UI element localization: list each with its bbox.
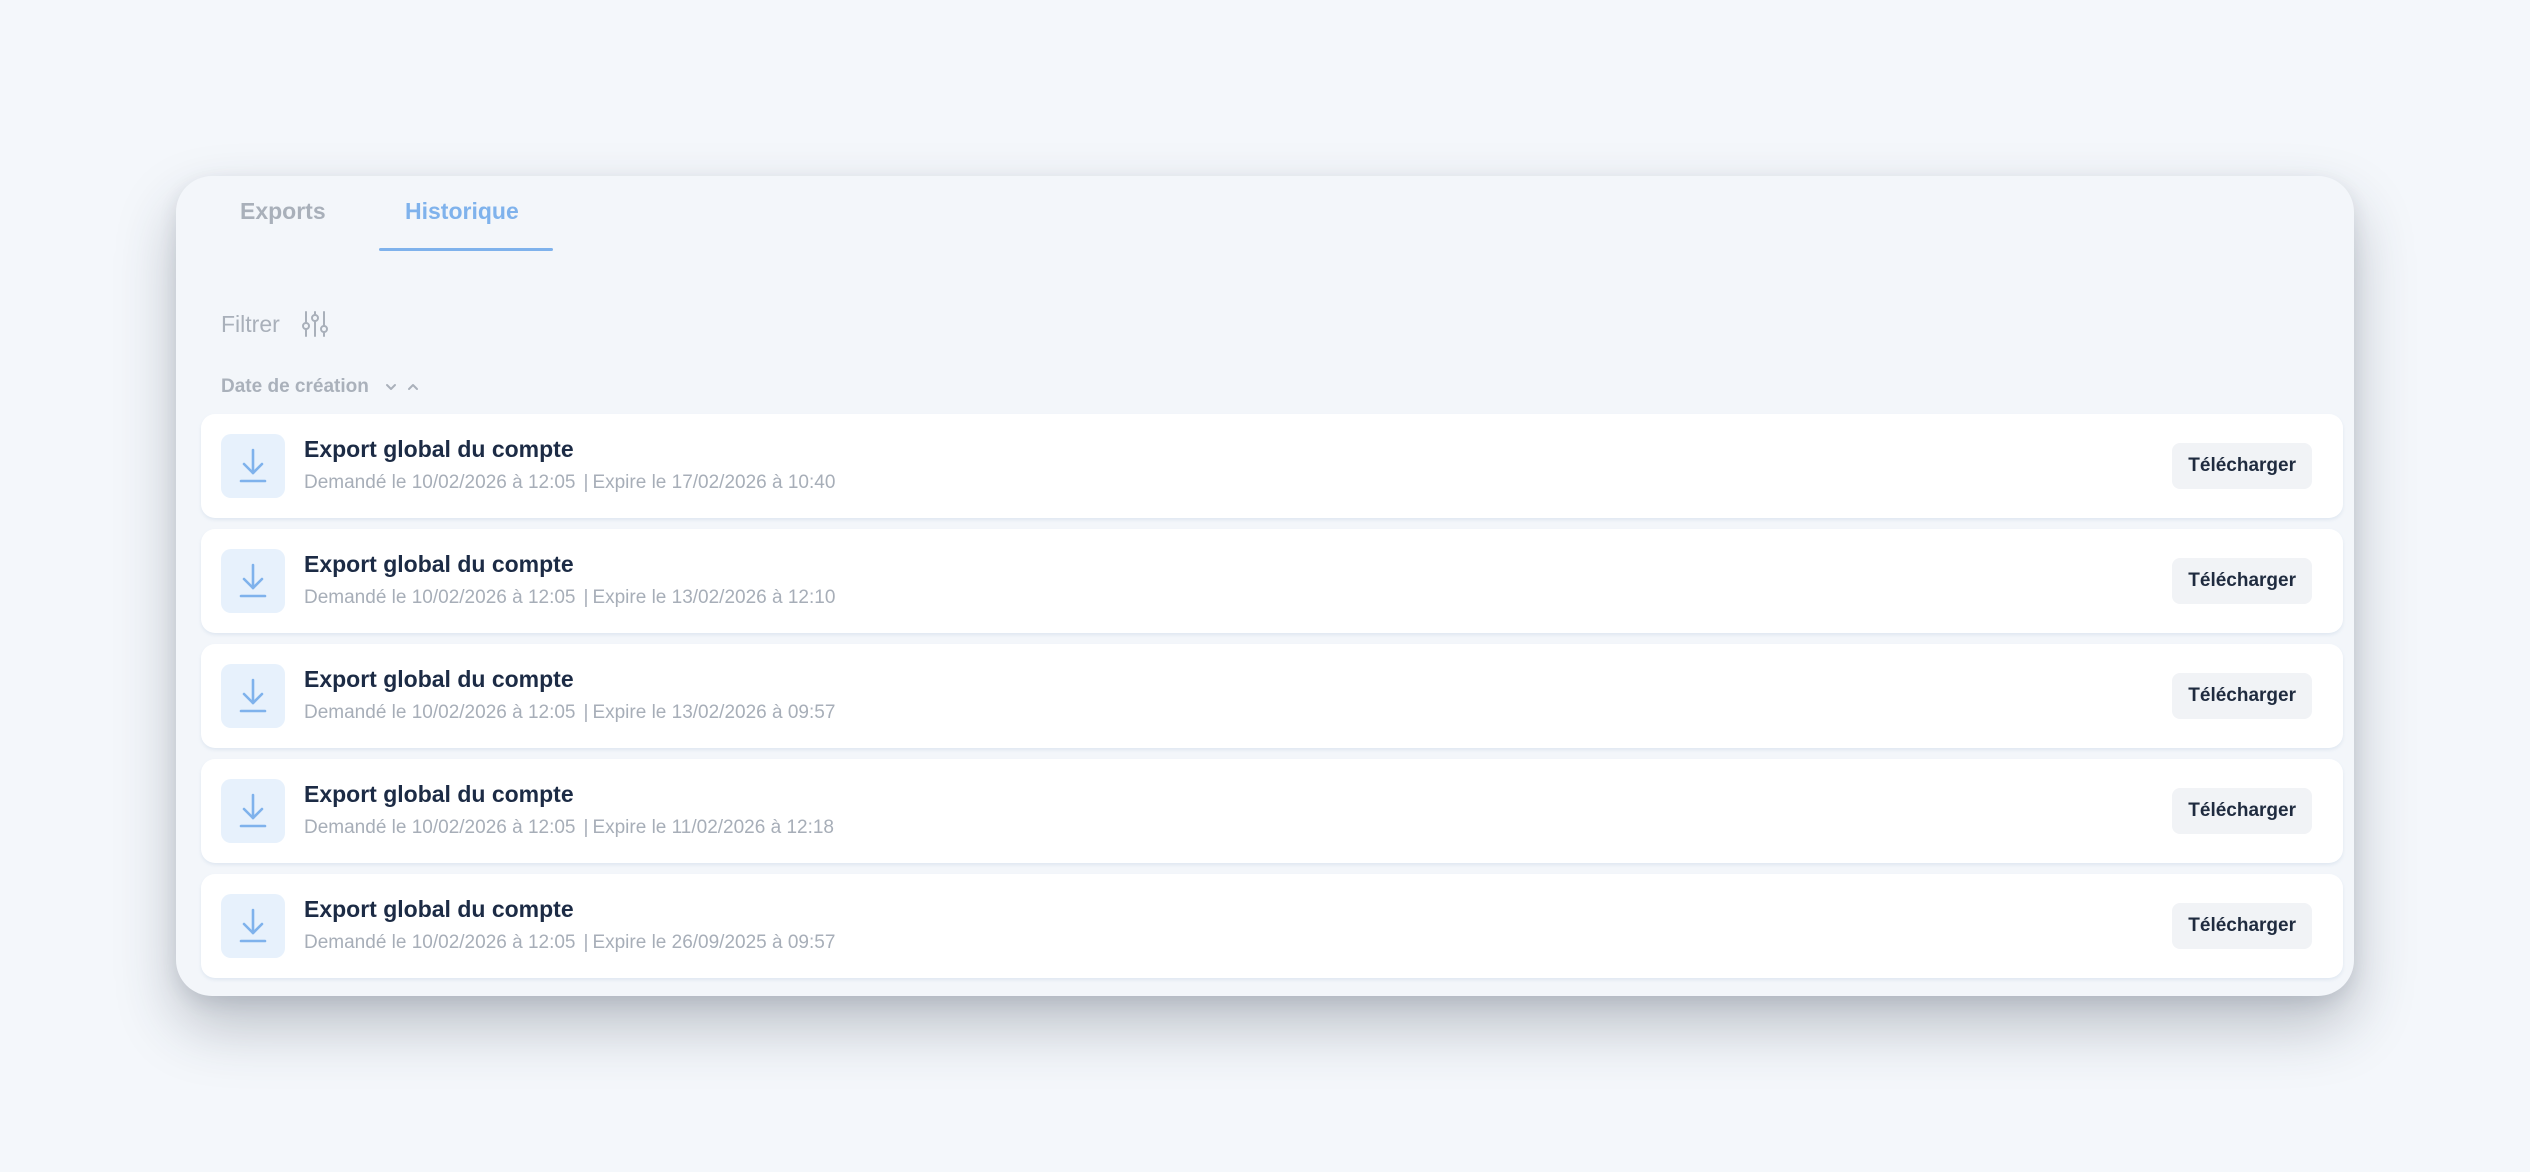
tab-exports[interactable]: Exports	[240, 198, 326, 225]
separator: |	[583, 587, 589, 608]
tab-historique[interactable]: Historique	[405, 198, 519, 225]
export-dates: Demandé le 10/02/2026 à 12:05 | Expire le …	[304, 472, 835, 494]
requested-date: Demandé le 10/02/2026 à 12:05	[304, 702, 576, 723]
list-item: Export global du compte Demandé le 10/02…	[201, 529, 2343, 633]
separator: |	[583, 702, 589, 723]
download-button[interactable]: Télécharger	[2172, 788, 2312, 834]
list-item: Export global du compte Demandé le 10/02…	[201, 644, 2343, 748]
download-button[interactable]: Télécharger	[2172, 903, 2312, 949]
expiry-date: Expire le 13/02/2026 à 09:57	[592, 702, 836, 723]
export-title: Export global du compte	[304, 551, 574, 577]
expiry-date: Expire le 26/09/2025 à 09:57	[592, 932, 836, 953]
list-item: Export global du compte Demandé le 10/02…	[201, 759, 2343, 863]
sort-label: Date de création	[221, 376, 369, 397]
sliders-icon	[301, 311, 328, 337]
download-icon	[221, 434, 285, 498]
export-dates: Demandé le 10/02/2026 à 12:05 | Expire le …	[304, 932, 835, 954]
requested-date: Demandé le 10/02/2026 à 12:05	[304, 817, 576, 838]
active-tab-indicator	[379, 248, 553, 251]
chevron-up-icon[interactable]	[405, 379, 421, 395]
download-icon	[221, 894, 285, 958]
expiry-date: Expire le 17/02/2026 à 10:40	[592, 472, 836, 493]
download-icon	[221, 779, 285, 843]
sort-control: Date de création	[221, 372, 421, 402]
list-item: Export global du compte Demandé le 10/02…	[201, 414, 2343, 518]
export-title: Export global du compte	[304, 781, 574, 807]
export-title: Export global du compte	[304, 436, 574, 462]
download-button[interactable]: Télécharger	[2172, 558, 2312, 604]
filter-button[interactable]: Filtrer	[221, 304, 330, 344]
list-item: Export global du compte Demandé le 10/02…	[201, 874, 2343, 978]
separator: |	[583, 472, 589, 493]
export-title: Export global du compte	[304, 666, 574, 692]
expiry-date: Expire le 13/02/2026 à 12:10	[592, 587, 836, 608]
chevron-down-icon[interactable]	[383, 379, 399, 395]
download-button[interactable]: Télécharger	[2172, 443, 2312, 489]
requested-date: Demandé le 10/02/2026 à 12:05	[304, 472, 576, 493]
separator: |	[583, 817, 589, 838]
filter-label: Filtrer	[221, 310, 280, 337]
requested-date: Demandé le 10/02/2026 à 12:05	[304, 587, 576, 608]
expiry-date: Expire le 11/02/2026 à 12:18	[592, 817, 834, 838]
export-history-list: Export global du compte Demandé le 10/02…	[201, 414, 2343, 989]
exports-panel: Exports Historique Filtrer Date de créat…	[176, 176, 2354, 996]
separator: |	[583, 932, 589, 953]
requested-date: Demandé le 10/02/2026 à 12:05	[304, 932, 576, 953]
export-dates: Demandé le 10/02/2026 à 12:05 | Expire le …	[304, 587, 835, 609]
tab-bar: Exports Historique	[176, 176, 2354, 252]
export-title: Export global du compte	[304, 896, 574, 922]
download-icon	[221, 664, 285, 728]
export-dates: Demandé le 10/02/2026 à 12:05 | Expire le …	[304, 702, 835, 724]
export-dates: Demandé le 10/02/2026 à 12:05 | Expire le …	[304, 817, 834, 839]
download-button[interactable]: Télécharger	[2172, 673, 2312, 719]
download-icon	[221, 549, 285, 613]
